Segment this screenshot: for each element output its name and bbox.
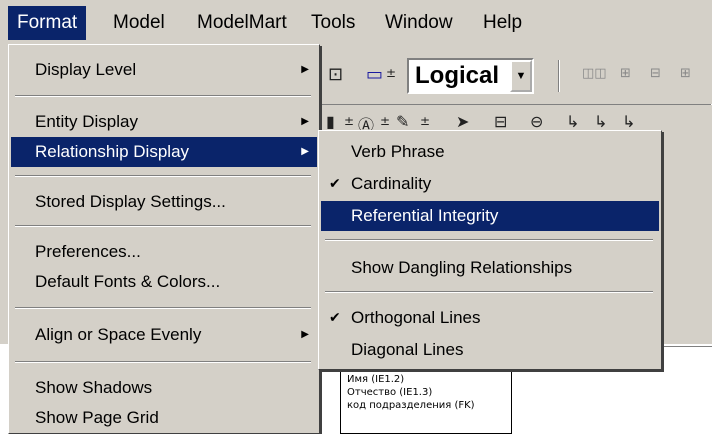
tree-icon[interactable]: ⊞ <box>620 66 631 81</box>
menu-item-cardinality[interactable]: ✔ Cardinality <box>321 169 659 199</box>
menu-model[interactable]: Model <box>104 6 174 40</box>
combo-value: Logical <box>415 62 500 89</box>
submenu-arrow-icon: ▶ <box>301 64 309 75</box>
many-to-many-tool-icon[interactable]: ↳ <box>622 112 635 131</box>
menu-item-show-page-grid[interactable]: Show Page Grid <box>11 403 317 433</box>
submenu-arrow-icon: ▶ <box>301 146 309 157</box>
menu-item-show-dangling-relationships[interactable]: Show Dangling Relationships <box>321 253 659 283</box>
zoom-page-icon[interactable]: ⊡ <box>328 64 343 85</box>
menu-item-align-space-evenly[interactable]: Align or Space Evenly ▶ <box>11 320 317 350</box>
pen-color-icon[interactable]: ✎ <box>396 112 409 131</box>
check-mark-icon: ✔ <box>329 310 341 326</box>
menu-divider <box>15 225 311 227</box>
menu-divider <box>15 95 311 97</box>
menu-item-default-fonts-colors[interactable]: Default Fonts & Colors... <box>11 267 317 297</box>
menu-divider <box>325 291 653 293</box>
fill-color-icon[interactable]: ▮ <box>326 112 335 131</box>
display-level-combo[interactable]: Logical ▼ <box>407 58 534 94</box>
font-dropdown-icon[interactable]: ± <box>380 114 390 128</box>
menu-item-diagonal-lines[interactable]: Diagonal Lines <box>321 335 659 365</box>
menu-item-referential-integrity[interactable]: Referential Integrity <box>321 201 659 231</box>
link-icon[interactable]: ◫◫ <box>582 66 607 81</box>
subtype-tool-icon[interactable]: ⊖ <box>530 112 543 131</box>
nonidentifying-tool-icon[interactable]: ↳ <box>594 112 607 131</box>
menu-divider <box>15 361 311 363</box>
menu-help[interactable]: Help <box>474 6 531 40</box>
pointer-icon[interactable]: ➤ <box>456 112 469 131</box>
toolbar-row-separator <box>320 104 712 105</box>
menu-modelmart[interactable]: ModelMart <box>188 6 296 40</box>
entity-attribute: Отчество (IE1.3) <box>347 387 433 398</box>
menu-divider <box>15 307 311 309</box>
menu-bar: Format Model ModelMart Tools Window Help <box>0 0 712 44</box>
relationship-display-submenu: Verb Phrase ✔ Cardinality Referential In… <box>318 130 662 370</box>
menu-tools[interactable]: Tools <box>302 6 364 40</box>
submenu-arrow-icon: ▶ <box>301 329 309 340</box>
menu-window[interactable]: Window <box>376 6 462 40</box>
menu-item-verb-phrase[interactable]: Verb Phrase <box>321 137 659 167</box>
submenu-arrow-icon: ▶ <box>301 116 309 127</box>
relationship-tool-icon[interactable]: ↳ <box>566 112 579 131</box>
menu-item-relationship-display[interactable]: Relationship Display ▶ <box>11 137 317 167</box>
combo-arrow-icon[interactable]: ▼ <box>510 60 532 92</box>
window-icon[interactable]: ▭ <box>366 64 383 85</box>
toolbar-separator <box>558 60 560 92</box>
fill-dropdown-icon[interactable]: ± <box>344 114 354 128</box>
menu-divider <box>325 239 653 241</box>
menu-item-show-shadows[interactable]: Show Shadows <box>11 373 317 403</box>
menu-divider <box>15 175 311 177</box>
menu-item-display-level[interactable]: Display Level ▶ <box>11 55 317 85</box>
menu-item-stored-display-settings[interactable]: Stored Display Settings... <box>11 187 317 217</box>
menu-item-entity-display[interactable]: Entity Display ▶ <box>11 107 317 137</box>
dropdown-arrow-icon[interactable]: ± <box>386 66 396 80</box>
menu-item-orthogonal-lines[interactable]: ✔ Orthogonal Lines <box>321 303 659 333</box>
menu-format[interactable]: Format <box>8 6 87 40</box>
more-icon[interactable]: ⊞ <box>680 66 691 81</box>
entity-attribute: Имя (IE1.2) <box>347 374 405 385</box>
entity-attribute: код подразделения (FK) <box>347 400 475 411</box>
format-menu: Display Level ▶ Entity Display ▶ Relatio… <box>8 44 320 434</box>
pen-dropdown-icon[interactable]: ± <box>420 114 430 128</box>
menu-item-preferences[interactable]: Preferences... <box>11 237 317 267</box>
entity-tool-icon[interactable]: ⊟ <box>494 112 507 131</box>
subtype-icon[interactable]: ⊟ <box>650 66 661 81</box>
check-mark-icon: ✔ <box>329 176 341 192</box>
